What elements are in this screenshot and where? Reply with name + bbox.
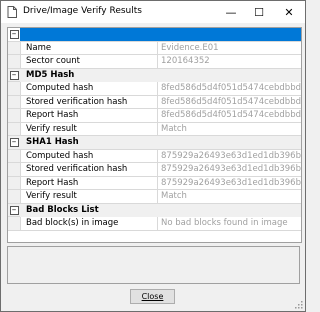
verify-results-dialog: Drive/Image Verify Results — ☐ ✕ − Name Ev… — [0, 0, 306, 312]
grid-property-row[interactable]: Stored verification hash 875929a26493e63d… — [8, 163, 301, 177]
property-name: Verify result — [20, 190, 158, 203]
resize-grip-icon[interactable] — [295, 301, 303, 309]
grid-property-row[interactable]: Name Evidence.E01 — [8, 41, 301, 55]
grid-root-row[interactable]: − — [8, 28, 301, 42]
property-value[interactable]: 875929a26493e63d1ed1db396b6cb46ef — [158, 150, 301, 163]
property-name: Computed hash — [20, 149, 158, 163]
grid-property-row[interactable]: Sector count 120164352 — [8, 55, 301, 69]
category-label: MD5 Hash — [20, 68, 301, 82]
close-button[interactable]: Close — [130, 289, 175, 304]
property-name: Report Hash — [20, 176, 158, 190]
close-window-button[interactable]: ✕ — [275, 1, 303, 23]
close-button-label: Close — [141, 292, 164, 301]
property-value[interactable]: Evidence.E01 — [158, 42, 301, 55]
grid-category-row[interactable]: − SHA1 Hash — [8, 136, 301, 150]
grid-category-row[interactable]: − MD5 Hash — [8, 68, 301, 82]
collapse-toggle-icon[interactable]: − — [8, 69, 20, 82]
property-grid[interactable]: − Name Evidence.E01 Sector count 120164352− M… — [7, 27, 302, 243]
property-name: Verify result — [20, 122, 158, 136]
grid-category-row[interactable]: − Bad Blocks List — [8, 203, 301, 217]
description-panel — [7, 246, 300, 284]
property-value[interactable]: 875929a26493e63d1ed1db396b6cb46ef — [158, 163, 301, 176]
property-value[interactable]: 120164352 — [158, 55, 301, 68]
property-value[interactable]: 8fed586d5d4f051d5474cebdbbdc6946 — [158, 109, 301, 122]
category-label: Bad Blocks List — [20, 203, 301, 217]
grid-property-row[interactable]: Report Hash8fed586d5d4f051d5474cebdbbdc6… — [8, 109, 301, 123]
document-icon — [7, 6, 17, 18]
property-name: Stored verification hash — [20, 95, 158, 109]
property-value[interactable]: 8fed586d5d4f051d5474cebdbbdc6946 — [158, 82, 301, 95]
grid-property-row[interactable]: Stored verification hash 8fed586d5d4f051d… — [8, 95, 301, 109]
grid-property-row[interactable]: Computed hash 8fed586d5d4f051d5474cebdbbd… — [8, 82, 301, 96]
title-bar: Drive/Image Verify Results — ☐ ✕ — [1, 1, 305, 23]
property-value[interactable]: No bad blocks found in image — [158, 217, 301, 230]
property-value[interactable]: Match — [158, 190, 301, 203]
maximize-button[interactable]: ☐ — [245, 1, 273, 23]
property-name: Sector count — [20, 55, 158, 68]
property-value[interactable]: 8fed586d5d4f051d5474cebdbbdc6946 — [158, 96, 301, 109]
grid-property-row[interactable]: Verify result Match — [8, 190, 301, 204]
selected-row-highlight — [20, 28, 301, 41]
grid-property-row[interactable]: Report Hash875929a26493e63d1ed1db396b6cb… — [8, 176, 301, 190]
grid-property-row[interactable]: Computed hash875929a26493e63d1ed1db396b6… — [8, 149, 301, 163]
property-value[interactable]: 875929a26493e63d1ed1db396b6cb46ef — [158, 177, 301, 190]
property-name: Report Hash — [20, 109, 158, 122]
property-value[interactable]: Match — [158, 123, 301, 136]
property-name: Name — [20, 41, 158, 55]
property-name: Bad block(s) in image — [20, 217, 158, 230]
grid-property-row[interactable]: Bad block(s) in image No bad blocks found… — [8, 217, 301, 231]
minimize-button[interactable]: — — [217, 1, 245, 23]
collapse-toggle-icon[interactable]: − — [8, 136, 20, 149]
window-title: Drive/Image Verify Results — [23, 6, 142, 16]
category-label: SHA1 Hash — [20, 136, 301, 149]
collapse-toggle-icon[interactable]: − — [8, 204, 20, 217]
property-name: Computed hash — [20, 82, 158, 95]
property-name: Stored verification hash — [20, 163, 158, 176]
collapse-toggle-icon[interactable]: − — [8, 28, 20, 41]
grid-property-row[interactable]: Verify result Match — [8, 122, 301, 136]
